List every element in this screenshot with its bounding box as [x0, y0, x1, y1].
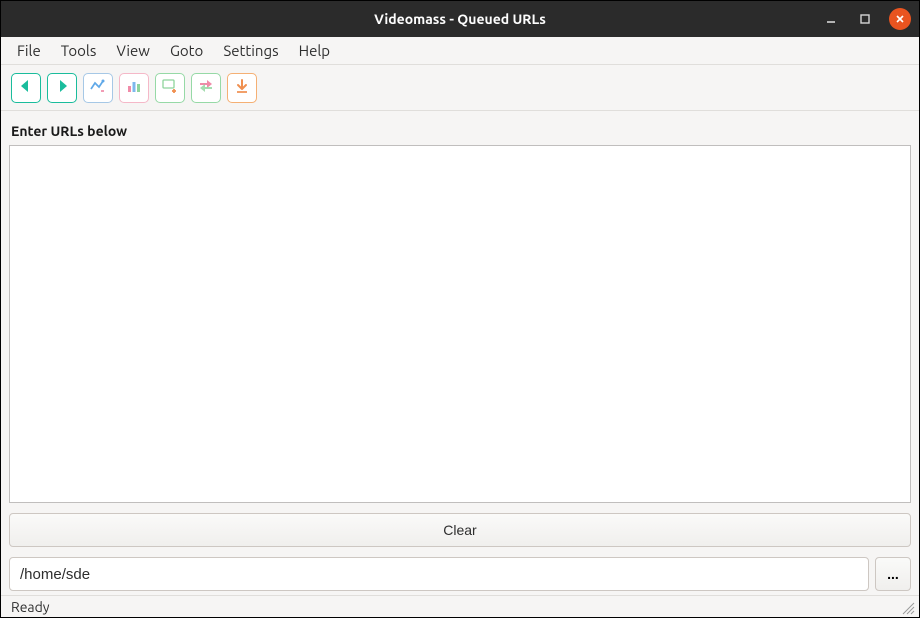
clear-button[interactable]: Clear	[9, 513, 911, 547]
menu-settings[interactable]: Settings	[213, 38, 288, 63]
chart-icon	[125, 77, 143, 98]
window-title: Videomass - Queued URLs	[374, 11, 546, 27]
browse-button[interactable]: ...	[875, 557, 911, 591]
chart-button[interactable]	[119, 73, 149, 103]
resize-grip-icon[interactable]	[899, 599, 915, 615]
stats-button[interactable]	[83, 73, 113, 103]
url-label: Enter URLs below	[9, 119, 911, 145]
status-text: Ready	[11, 599, 50, 615]
menu-view[interactable]: View	[106, 38, 160, 63]
download-button[interactable]	[227, 73, 257, 103]
content-area: Enter URLs below Clear ...	[1, 111, 919, 595]
menubar: File Tools View Goto Settings Help	[1, 37, 919, 65]
maximize-button[interactable]	[855, 9, 875, 29]
titlebar: Videomass - Queued URLs	[1, 1, 919, 37]
app-window: Videomass - Queued URLs File Tools View …	[0, 0, 920, 618]
convert-button[interactable]	[191, 73, 221, 103]
forward-icon	[53, 77, 71, 98]
convert-icon	[197, 77, 215, 98]
path-row: ...	[9, 557, 911, 591]
statusbar: Ready	[1, 595, 919, 617]
add-icon	[161, 77, 179, 98]
close-button[interactable]	[889, 8, 911, 30]
forward-button[interactable]	[47, 73, 77, 103]
url-textarea[interactable]	[9, 145, 911, 503]
stats-icon	[89, 77, 107, 98]
back-button[interactable]	[11, 73, 41, 103]
menu-help[interactable]: Help	[289, 38, 340, 63]
path-input[interactable]	[9, 557, 869, 591]
download-icon	[233, 77, 251, 98]
back-icon	[17, 77, 35, 98]
add-button[interactable]	[155, 73, 185, 103]
toolbar	[1, 65, 919, 111]
minimize-button[interactable]	[821, 9, 841, 29]
window-controls	[821, 8, 911, 30]
menu-goto[interactable]: Goto	[160, 38, 213, 63]
menu-tools[interactable]: Tools	[51, 38, 107, 63]
menu-file[interactable]: File	[7, 38, 51, 63]
